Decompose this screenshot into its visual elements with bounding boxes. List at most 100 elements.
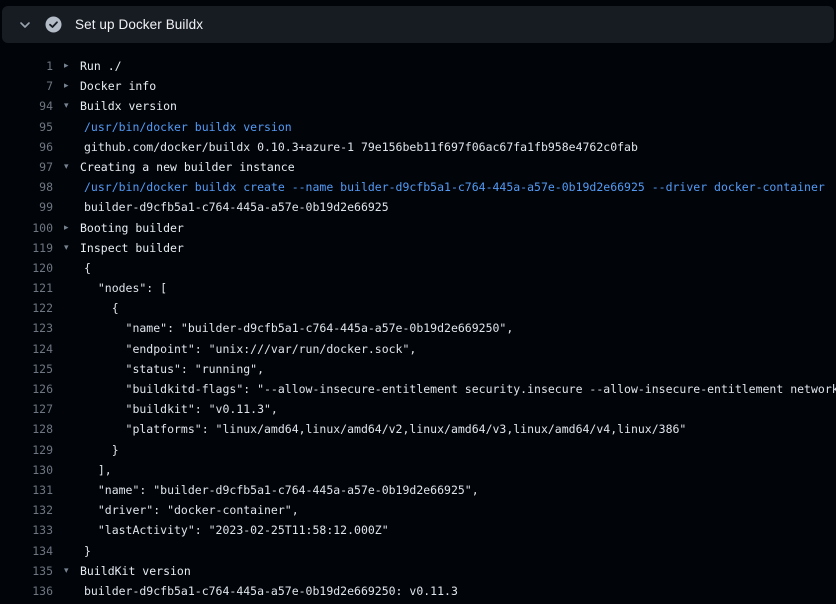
group-title: Docker info: [80, 76, 836, 96]
line-number[interactable]: 121: [0, 278, 53, 298]
output-text: "name": "builder-d9cfb5a1-c764-445a-a57e…: [80, 318, 836, 338]
line-number[interactable]: 99: [0, 197, 53, 217]
log-line: 99 builder-d9cfb5a1-c764-445a-a57e-0b19d2…: [0, 197, 836, 217]
log-line: 126 "buildkitd-flags": "--allow-insecure…: [0, 379, 836, 399]
line-number[interactable]: 131: [0, 480, 53, 500]
output-text: "name": "builder-d9cfb5a1-c764-445a-a57e…: [80, 480, 836, 500]
output-text: }: [80, 440, 836, 460]
toggle-spacer: [53, 460, 80, 480]
group-title: Run ./: [80, 56, 836, 76]
line-number[interactable]: 122: [0, 298, 53, 318]
output-text: "buildkit": "v0.11.3",: [80, 399, 836, 419]
output-text: ],: [80, 460, 836, 480]
line-number[interactable]: 130: [0, 460, 53, 480]
toggle-spacer: [53, 399, 80, 419]
log-line: 125 "status": "running",: [0, 359, 836, 379]
log-group-row[interactable]: 94▾Buildx version: [0, 96, 836, 116]
group-title: Creating a new builder instance: [80, 157, 836, 177]
log-group-row[interactable]: 7▸Docker info: [0, 76, 836, 96]
line-number[interactable]: 136: [0, 581, 53, 601]
output-text: "buildkitd-flags": "--allow-insecure-ent…: [80, 379, 836, 399]
line-number[interactable]: 95: [0, 117, 53, 137]
log-line: 129 }: [0, 440, 836, 460]
toggle-spacer: [53, 359, 80, 379]
triangle-down-icon[interactable]: ▾: [53, 96, 80, 116]
toggle-spacer: [53, 137, 80, 157]
line-number[interactable]: 1: [0, 56, 53, 76]
toggle-spacer: [53, 197, 80, 217]
toggle-spacer: [53, 541, 80, 561]
log-line: 134}: [0, 541, 836, 561]
line-number[interactable]: 127: [0, 399, 53, 419]
line-number[interactable]: 128: [0, 419, 53, 439]
line-number[interactable]: 123: [0, 318, 53, 338]
log-line: 130 ],: [0, 460, 836, 480]
line-number[interactable]: 126: [0, 379, 53, 399]
line-number[interactable]: 100: [0, 218, 53, 238]
line-number[interactable]: 7: [0, 76, 53, 96]
triangle-right-icon[interactable]: ▸: [53, 76, 80, 96]
toggle-spacer: [53, 278, 80, 298]
output-text: builder-d9cfb5a1-c764-445a-a57e-0b19d2e6…: [80, 197, 836, 217]
line-number[interactable]: 125: [0, 359, 53, 379]
toggle-spacer: [53, 177, 80, 197]
log-group-row[interactable]: 119▾Inspect builder: [0, 238, 836, 258]
log-group-row[interactable]: 100▸Booting builder: [0, 218, 836, 238]
triangle-down-icon[interactable]: ▾: [53, 561, 80, 581]
check-circle-icon: [45, 16, 62, 33]
log-line: 127 "buildkit": "v0.11.3",: [0, 399, 836, 419]
output-text: "status": "running",: [80, 359, 836, 379]
step-header[interactable]: Set up Docker Buildx: [2, 6, 834, 43]
log-group-row[interactable]: 97▾Creating a new builder instance: [0, 157, 836, 177]
line-number[interactable]: 98: [0, 177, 53, 197]
chevron-down-icon[interactable]: [19, 19, 31, 31]
log-line: 121 "nodes": [: [0, 278, 836, 298]
group-title: Buildx version: [80, 96, 836, 116]
line-number[interactable]: 119: [0, 238, 53, 258]
line-number[interactable]: 120: [0, 258, 53, 278]
toggle-spacer: [53, 298, 80, 318]
line-number[interactable]: 132: [0, 500, 53, 520]
line-number[interactable]: 133: [0, 520, 53, 540]
triangle-down-icon[interactable]: ▾: [53, 157, 80, 177]
line-number[interactable]: 135: [0, 561, 53, 581]
line-number[interactable]: 129: [0, 440, 53, 460]
toggle-spacer: [53, 500, 80, 520]
line-number[interactable]: 94: [0, 96, 53, 116]
triangle-down-icon[interactable]: ▾: [53, 238, 80, 258]
output-text: builder-d9cfb5a1-c764-445a-a57e-0b19d2e6…: [80, 581, 836, 601]
log-line: 128 "platforms": "linux/amd64,linux/amd6…: [0, 419, 836, 439]
output-text: "endpoint": "unix:///var/run/docker.sock…: [80, 339, 836, 359]
log-line: 122 {: [0, 298, 836, 318]
toggle-spacer: [53, 581, 80, 601]
toggle-spacer: [53, 379, 80, 399]
log-group-row[interactable]: 1▸Run ./: [0, 56, 836, 76]
toggle-spacer: [53, 117, 80, 137]
log-line: 123 "name": "builder-d9cfb5a1-c764-445a-…: [0, 318, 836, 338]
output-text: {: [80, 258, 836, 278]
triangle-right-icon[interactable]: ▸: [53, 56, 80, 76]
output-text: github.com/docker/buildx 0.10.3+azure-1 …: [80, 137, 836, 157]
toggle-spacer: [53, 419, 80, 439]
line-number[interactable]: 97: [0, 157, 53, 177]
log-line: 136 builder-d9cfb5a1-c764-445a-a57e-0b19d…: [0, 581, 836, 601]
group-title: BuildKit version: [80, 561, 836, 581]
log-line: 95/usr/bin/docker buildx version: [0, 117, 836, 137]
output-text: "driver": "docker-container",: [80, 500, 836, 520]
log-group-row[interactable]: 135▾BuildKit version: [0, 561, 836, 581]
line-number[interactable]: 124: [0, 339, 53, 359]
toggle-spacer: [53, 520, 80, 540]
line-number[interactable]: 96: [0, 137, 53, 157]
triangle-right-icon[interactable]: ▸: [53, 218, 80, 238]
output-text: }: [80, 541, 836, 561]
toggle-spacer: [53, 318, 80, 338]
log-line: 98/usr/bin/docker buildx create --name b…: [0, 177, 836, 197]
group-title: Booting builder: [80, 218, 836, 238]
output-text: "platforms": "linux/amd64,linux/amd64/v2…: [80, 419, 836, 439]
line-number[interactable]: 134: [0, 541, 53, 561]
log-line: 124 "endpoint": "unix:///var/run/docker.…: [0, 339, 836, 359]
log-line: 96 github.com/docker/buildx 0.10.3+azure-…: [0, 137, 836, 157]
toggle-spacer: [53, 258, 80, 278]
log-line: 131 "name": "builder-d9cfb5a1-c764-445a-…: [0, 480, 836, 500]
toggle-spacer: [53, 480, 80, 500]
